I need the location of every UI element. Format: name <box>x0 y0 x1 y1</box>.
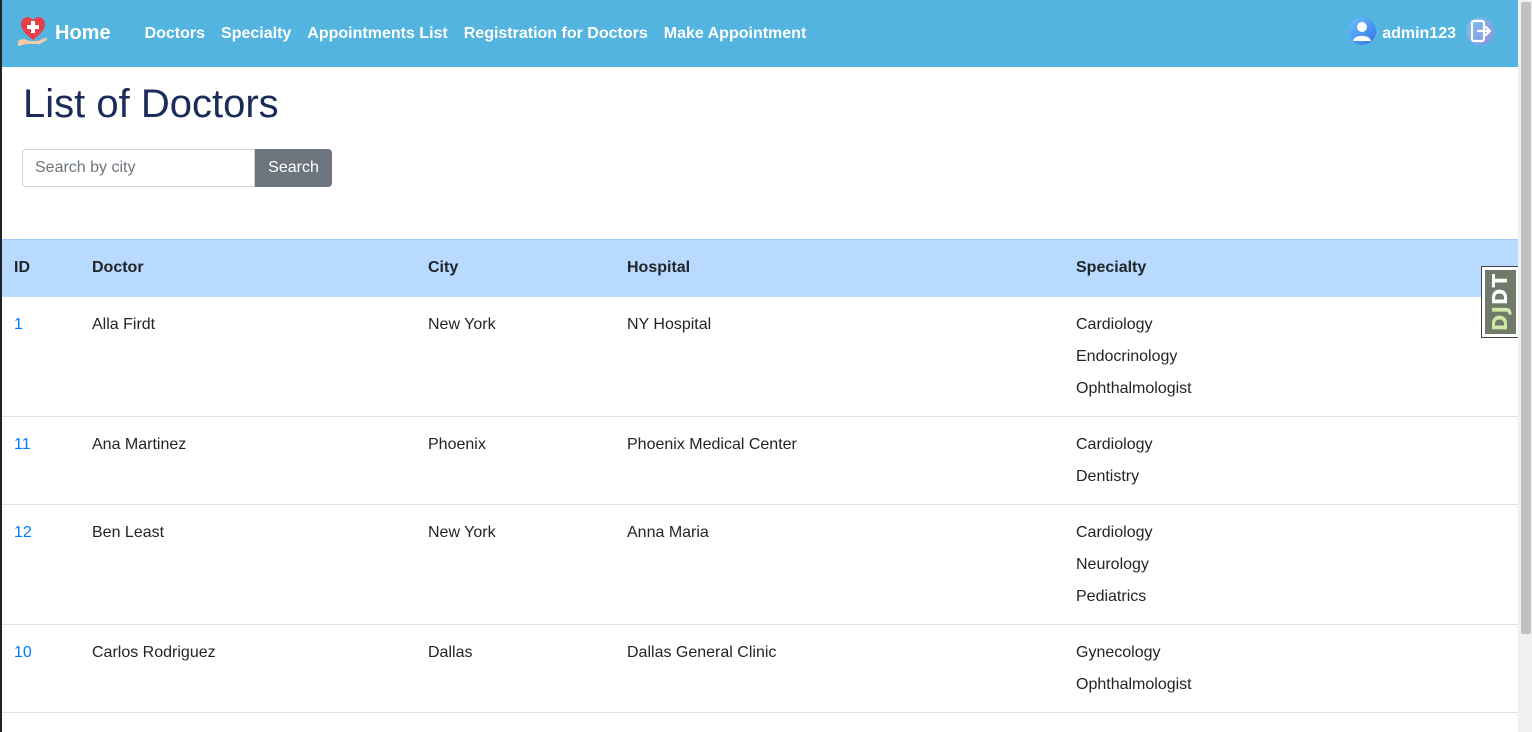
doctor-hospital: Phoenix Medical Center <box>615 416 1064 505</box>
specialty-item: Ophthalmologist <box>1076 379 1192 397</box>
table-header-row: ID Doctor City Hospital Specialty <box>2 239 1518 297</box>
doctor-city: New York <box>416 504 615 625</box>
home-link[interactable]: Home <box>16 14 111 53</box>
doctor-id-link[interactable]: 12 <box>14 524 32 541</box>
table-row: 12 Ben Least New York Anna Maria Cardiol… <box>2 504 1518 625</box>
username-label[interactable]: admin123 <box>1382 25 1456 43</box>
doctor-id-link[interactable]: 1 <box>14 316 23 333</box>
logout-icon[interactable] <box>1464 15 1496 52</box>
nav-make-appointment[interactable]: Make Appointment <box>664 25 807 43</box>
table-row: 1 Alla Firdt New York NY Hospital Cardio… <box>2 296 1518 417</box>
heart-hand-logo-icon <box>16 14 50 53</box>
table-row: 10 Carlos Rodriguez Dallas Dallas Genera… <box>2 624 1518 713</box>
debug-toolbar-handle[interactable]: DJDT <box>1481 266 1518 338</box>
debug-toolbar-label: DJDT <box>1488 273 1512 331</box>
nav-specialty[interactable]: Specialty <box>221 25 291 43</box>
doctor-id-link[interactable]: 11 <box>14 436 31 453</box>
doctor-name: Ana Martinez <box>80 416 416 505</box>
debug-toolbar-label-dj: DJ <box>1488 305 1513 332</box>
specialty-item: Cardiology <box>1076 435 1153 453</box>
search-button[interactable]: Search <box>255 149 332 187</box>
doctor-city: Dallas <box>416 624 615 713</box>
doctor-hospital: NY Hospital <box>615 296 1064 417</box>
user-area: admin123 <box>1347 0 1496 67</box>
doctor-name: Carlos Rodriguez <box>80 624 416 713</box>
doctor-hospital: Dallas General Clinic <box>615 624 1064 713</box>
specialty-item: Ophthalmologist <box>1076 675 1192 693</box>
nav-appointments-list[interactable]: Appointments List <box>307 25 447 43</box>
scrollbar-thumb[interactable] <box>1521 2 1531 634</box>
specialty-item: Cardiology <box>1076 523 1153 541</box>
specialty-item: Gynecology <box>1076 643 1161 661</box>
doctor-specialties: Cardiology Neurology Pediatrics <box>1064 504 1518 625</box>
debug-toolbar-badge: DJDT <box>1484 270 1516 334</box>
nav-registration-for-doctors[interactable]: Registration for Doctors <box>464 25 648 43</box>
doctor-city: Phoenix <box>416 416 615 505</box>
search-form: Search <box>22 149 332 187</box>
header-doctor: Doctor <box>80 239 416 297</box>
doctor-specialties: Cardiology Dentistry <box>1064 416 1518 505</box>
doctor-specialties: Cardiology Endocrinology Ophthalmologist <box>1064 296 1518 417</box>
user-avatar-icon[interactable] <box>1347 16 1377 51</box>
brand-label: Home <box>55 22 111 44</box>
debug-toolbar-label-dt: DT <box>1488 272 1513 306</box>
specialty-item: Pediatrics <box>1076 587 1147 605</box>
doctor-name: Ben Least <box>80 504 416 625</box>
nav-links: Doctors Specialty Appointments List Regi… <box>145 25 823 43</box>
table-row: 11 Ana Martinez Phoenix Phoenix Medical … <box>2 416 1518 505</box>
specialty-item: Cardiology <box>1076 315 1153 333</box>
doctor-specialties: Gynecology Ophthalmologist <box>1064 624 1518 713</box>
header-id: ID <box>2 239 80 297</box>
header-specialty: Specialty <box>1064 239 1518 297</box>
header-hospital: Hospital <box>615 239 1064 297</box>
specialty-item: Neurology <box>1076 555 1149 573</box>
doctor-name: Alla Firdt <box>80 296 416 417</box>
doctor-id-link[interactable]: 10 <box>14 644 32 661</box>
doctor-hospital: Anna Maria <box>615 504 1064 625</box>
header-city: City <box>416 239 615 297</box>
nav-doctors[interactable]: Doctors <box>145 25 205 43</box>
page-title: List of Doctors <box>23 82 279 126</box>
vertical-scrollbar[interactable] <box>1518 0 1532 732</box>
specialty-item: Dentistry <box>1076 467 1140 485</box>
page: Home Doctors Specialty Appointments List… <box>0 0 1532 732</box>
specialty-item: Endocrinology <box>1076 347 1178 365</box>
doctors-table: ID Doctor City Hospital Specialty 1 Alla… <box>2 239 1518 713</box>
top-navbar: Home Doctors Specialty Appointments List… <box>2 0 1518 67</box>
search-city-input[interactable] <box>22 149 255 187</box>
doctor-city: New York <box>416 296 615 417</box>
